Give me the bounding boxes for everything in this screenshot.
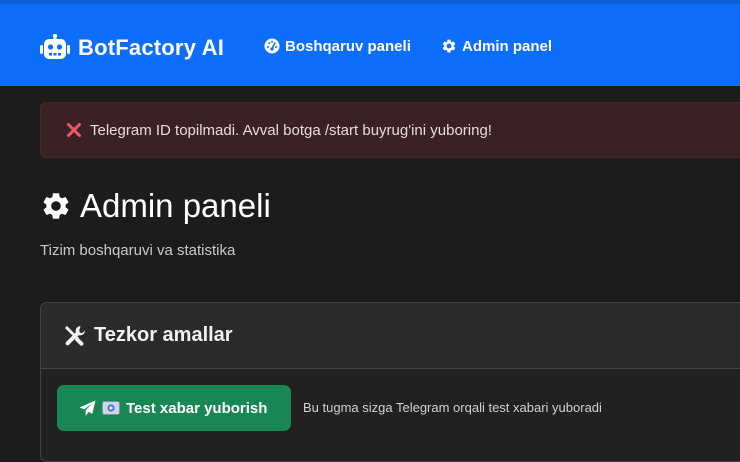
quick-actions-header: Tezkor amallar [41, 303, 740, 369]
nav-link-dashboard[interactable]: Boshqaruv paneli [264, 36, 411, 56]
error-alert-text: Telegram ID topilmadi. Avval botga /star… [90, 121, 492, 139]
gear-icon [442, 39, 456, 53]
brand-name: BotFactory AI [78, 35, 225, 60]
robot-icon [40, 34, 70, 59]
nav-link-dashboard-label: Boshqaruv paneli [285, 37, 411, 55]
page-title-text: Admin paneli [80, 187, 271, 224]
envelope-emoji-icon [102, 401, 120, 415]
nav-link-admin-label: Admin panel [462, 37, 553, 55]
brand-link[interactable]: BotFactory AI [40, 32, 224, 64]
paper-plane-icon [79, 400, 96, 416]
error-alert: Telegram ID topilmadi. Avval botga /star… [40, 102, 740, 158]
navbar: BotFactory AI Boshqaruv paneli Admin pan… [0, 4, 740, 86]
tools-icon [65, 325, 85, 346]
page-subtitle: Tizim boshqaruvi va statistika [40, 242, 236, 259]
gear-icon [43, 193, 69, 219]
cross-mark-icon [67, 123, 81, 137]
quick-actions-card: Tezkor amallar Test xabar yuborish Bu tu… [40, 302, 740, 462]
page-title: Admin paneli [40, 186, 271, 226]
send-test-message-button[interactable]: Test xabar yuborish [57, 385, 291, 431]
send-test-message-label: Test xabar yuborish [126, 399, 268, 417]
nav-link-admin[interactable]: Admin panel [441, 36, 552, 56]
quick-actions-title: Tezkor amallar [94, 324, 233, 346]
gauge-icon [264, 38, 280, 54]
send-test-hint: Bu tugma sizga Telegram orqali test xaba… [303, 400, 602, 415]
